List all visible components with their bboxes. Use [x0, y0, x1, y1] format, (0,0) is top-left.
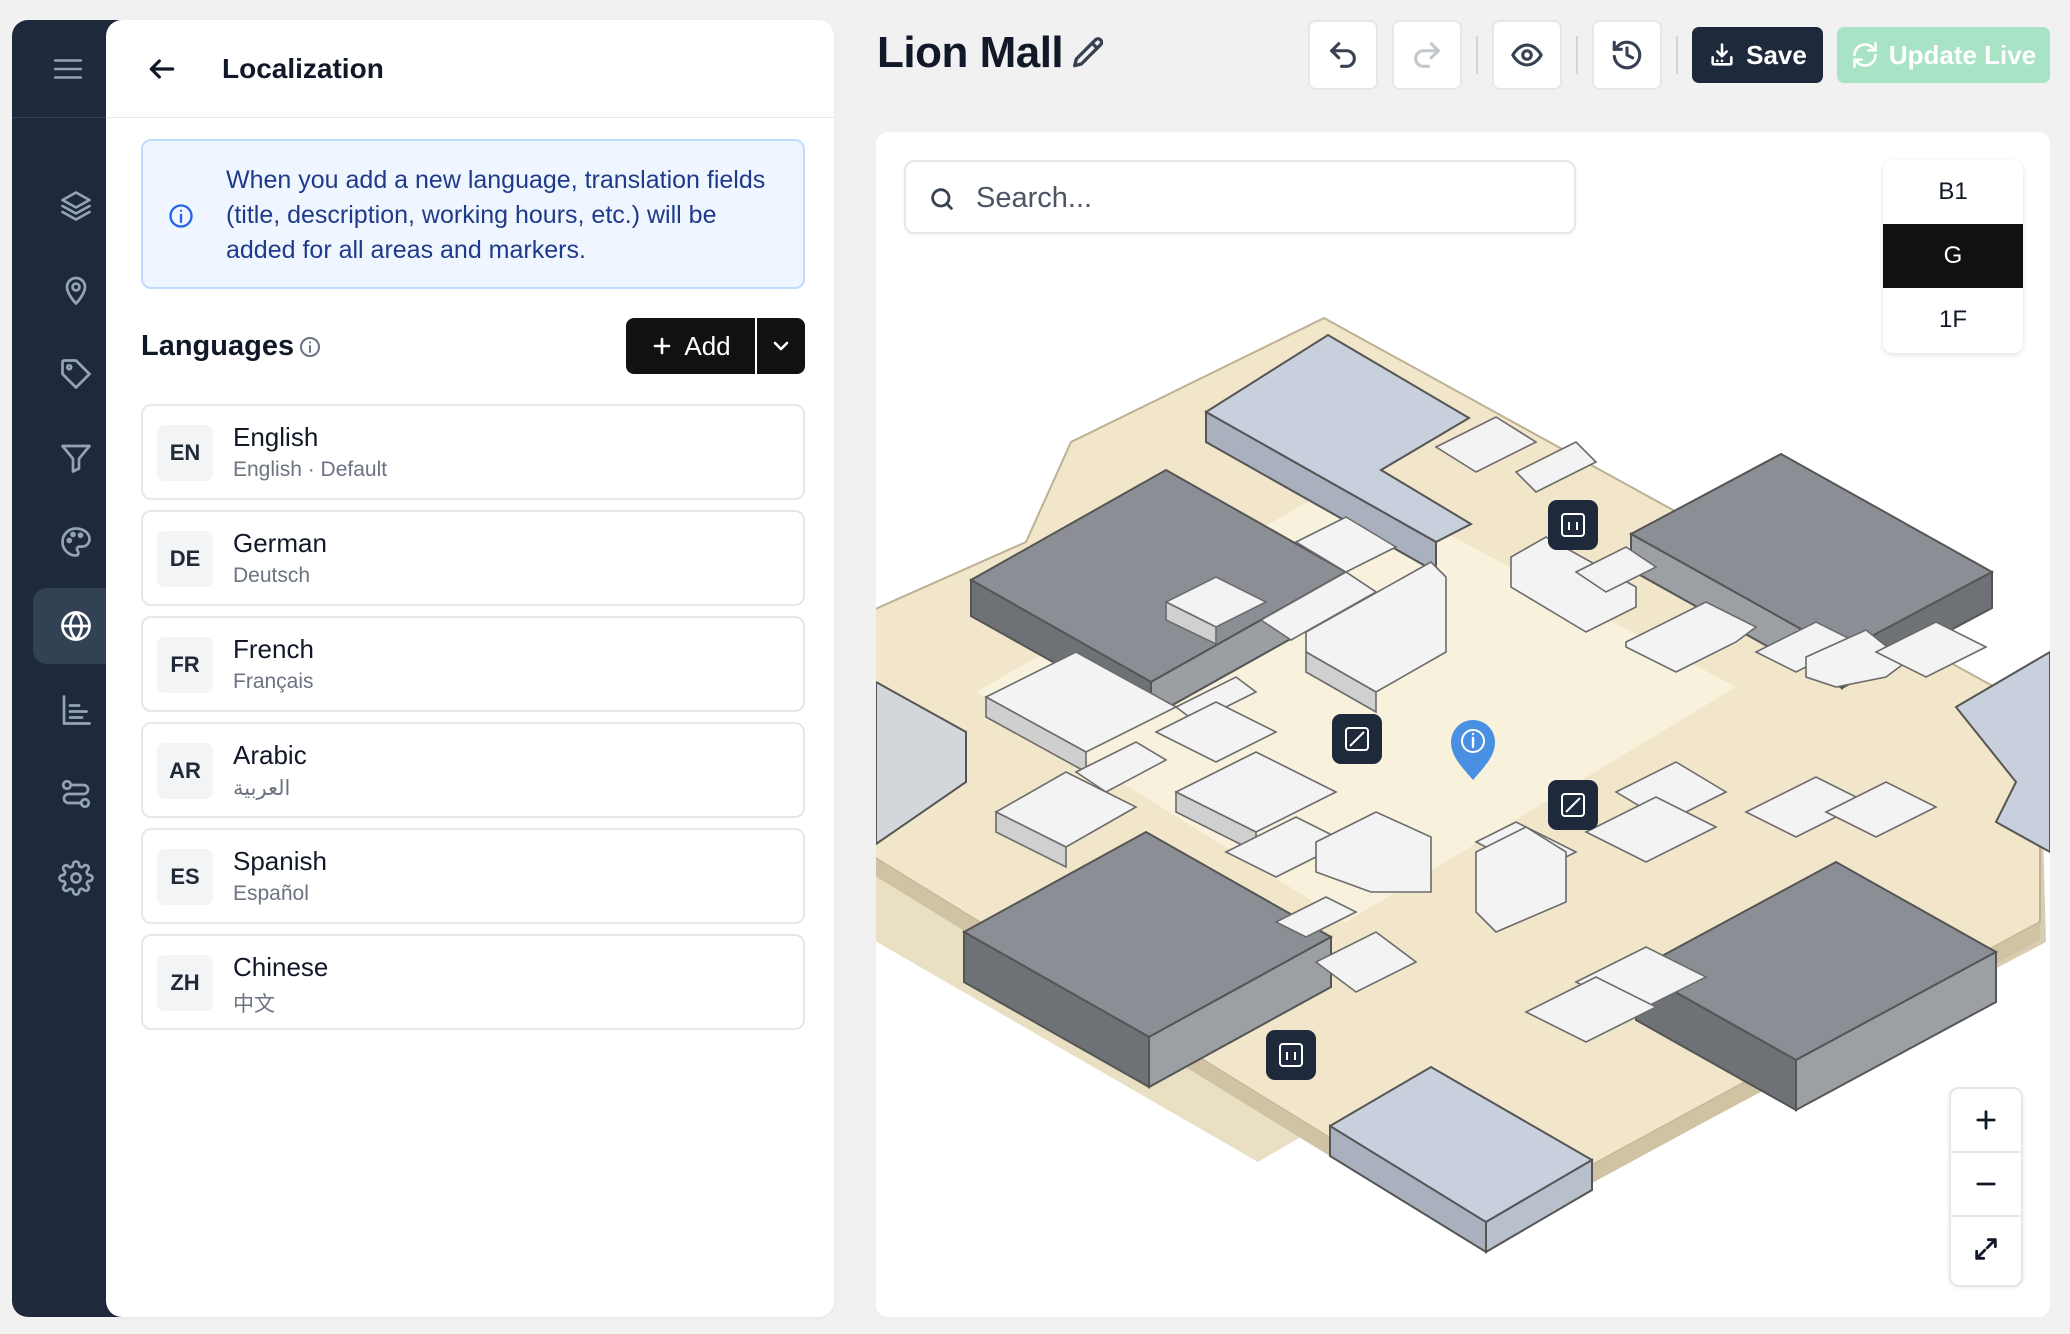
elevator-marker[interactable] [1548, 500, 1598, 550]
escalator-marker[interactable] [1548, 780, 1598, 830]
mall-3d-map[interactable] [876, 132, 2050, 1317]
elevator-marker[interactable] [1266, 1030, 1316, 1080]
refresh-icon [1853, 42, 1877, 68]
language-native-name: 中文 [233, 993, 275, 1016]
add-label: Add [684, 330, 731, 361]
preview-button[interactable] [1492, 20, 1562, 90]
toolbar-divider [1676, 36, 1678, 74]
venue-title: Lion Mall [877, 28, 1064, 77]
add-options-dropdown[interactable] [757, 318, 805, 374]
undo-button[interactable] [1308, 20, 1378, 90]
language-native-name: Español [233, 882, 309, 905]
minus-icon [1976, 1182, 1996, 1186]
floor-selector: B1 G 1F [1883, 160, 2023, 353]
expand-icon [1975, 1238, 1997, 1260]
redo-icon [1414, 42, 1440, 68]
language-item-en[interactable]: EN English English · Default [141, 404, 805, 500]
bar-chart-icon [62, 695, 91, 725]
language-name: English [233, 422, 319, 452]
localization-panel: Localization When you add a new language… [106, 20, 834, 1317]
filter-icon [60, 444, 91, 473]
edit-title-button[interactable] [1068, 34, 1108, 74]
floor-option-g[interactable]: G [1883, 224, 2023, 288]
zoom-controls [1949, 1087, 2023, 1287]
escalator-marker[interactable] [1332, 714, 1382, 764]
search-input[interactable] [976, 176, 1556, 220]
redo-button[interactable] [1392, 20, 1462, 90]
layers-icon [60, 191, 91, 221]
info-banner: When you add a new language, translation… [141, 139, 805, 289]
add-language-button[interactable]: Add [626, 318, 755, 374]
language-item-ar[interactable]: AR Arabic العربية [141, 722, 805, 818]
tag-icon [60, 359, 91, 389]
arrow-left-icon [149, 58, 175, 79]
pencil-icon [1073, 37, 1104, 68]
panel-header: Localization [106, 20, 834, 118]
language-name: Chinese [233, 952, 329, 982]
language-item-de[interactable]: DE German Deutsch [141, 510, 805, 606]
update-live-label: Update Live [1888, 39, 2037, 70]
language-native-name: Français [233, 670, 314, 693]
language-name: French [233, 634, 314, 664]
language-item-zh[interactable]: ZH Chinese 中文 [141, 934, 805, 1030]
plus-icon [1976, 1110, 1996, 1130]
panel-title: Localization [222, 52, 384, 84]
eye-icon [1511, 43, 1543, 67]
zoom-out-button[interactable] [1951, 1153, 2021, 1217]
update-live-button[interactable]: Update Live [1837, 27, 2050, 83]
language-code: DE [157, 531, 213, 587]
floor-option-b1[interactable]: B1 [1883, 160, 2023, 224]
language-native-name: العربية [233, 777, 291, 800]
toolbar-divider [1576, 36, 1578, 74]
info-text: When you add a new language, translation… [226, 166, 766, 264]
back-button[interactable] [142, 49, 182, 89]
floor-option-1f[interactable]: 1F [1883, 288, 2023, 352]
language-code: AR [157, 743, 213, 799]
map-pin-icon [65, 276, 86, 305]
fullscreen-button[interactable] [1951, 1217, 2021, 1281]
undo-icon [1330, 42, 1356, 68]
language-name: Arabic [233, 740, 307, 770]
save-button[interactable]: Save [1692, 27, 1823, 83]
route-icon [61, 779, 90, 809]
chevron-down-icon [773, 341, 789, 351]
menu-icon [53, 58, 83, 79]
info-icon[interactable] [298, 335, 322, 359]
zoom-in-button[interactable] [1951, 1089, 2021, 1153]
palette-icon [60, 527, 91, 557]
download-icon [1711, 43, 1733, 66]
language-item-es[interactable]: ES Spanish Español [141, 828, 805, 924]
save-label: Save [1746, 39, 1807, 70]
map-search [904, 160, 1576, 234]
language-code: ES [157, 849, 213, 905]
languages-header: Languages Add [141, 318, 805, 374]
globe-icon [60, 611, 91, 641]
language-code: FR [157, 637, 213, 693]
gear-icon [57, 860, 94, 896]
info-icon [167, 202, 195, 230]
map-canvas[interactable]: B1 G 1F [876, 132, 2050, 1317]
language-code: EN [157, 425, 213, 481]
search-icon [928, 185, 956, 213]
languages-label: Languages [141, 330, 295, 362]
language-native-name: Deutsch [233, 564, 311, 587]
history-button[interactable] [1592, 20, 1662, 90]
language-native-name: English · Default [233, 458, 388, 481]
language-code: ZH [157, 955, 213, 1011]
language-name: Spanish [233, 846, 327, 876]
history-icon [1612, 40, 1642, 70]
language-item-fr[interactable]: FR French Français [141, 616, 805, 712]
toolbar-divider [1476, 36, 1478, 74]
plus-icon [654, 337, 671, 355]
language-name: German [233, 528, 327, 558]
